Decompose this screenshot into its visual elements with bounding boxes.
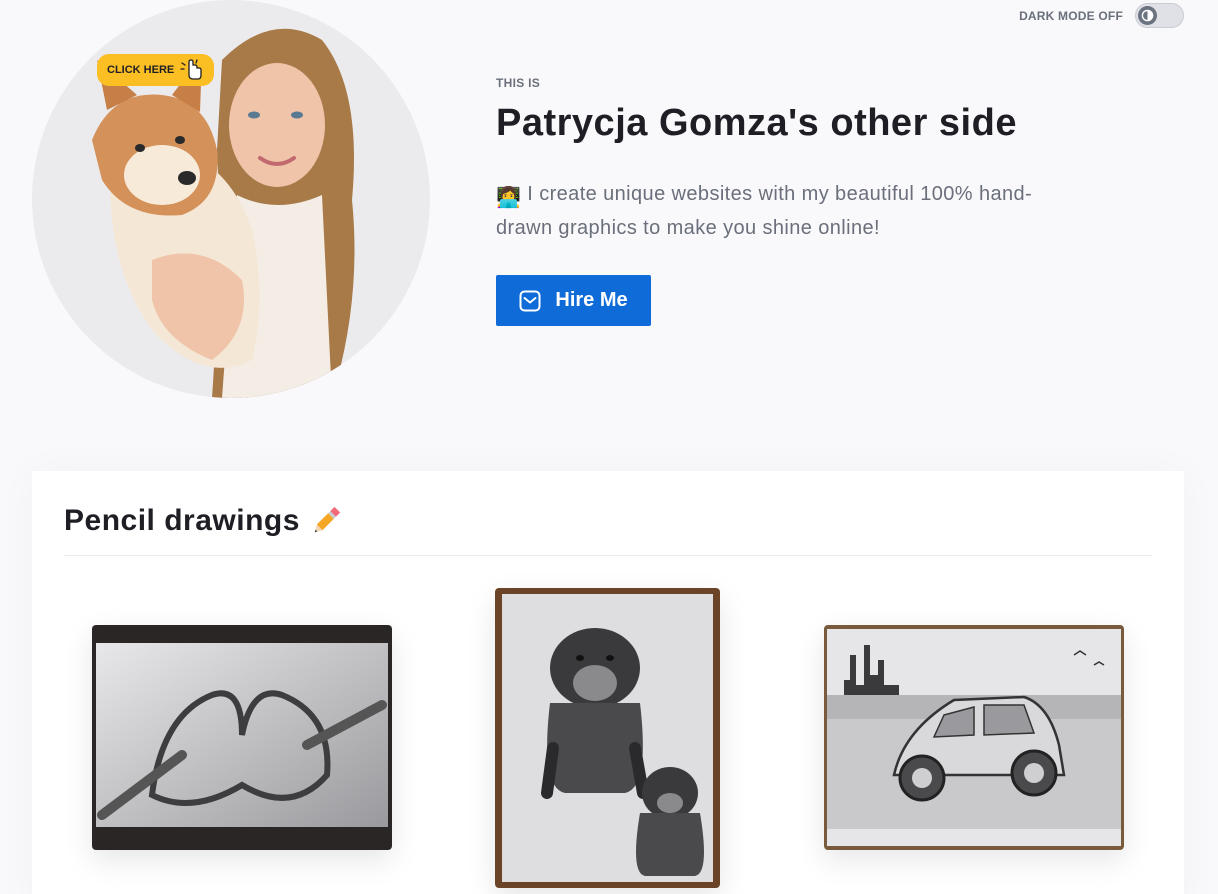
hero-description-text: I create unique websites with my beautif… [496,183,1033,239]
divider [64,555,1152,556]
profile-photo [32,0,430,398]
drawing-dogs[interactable] [495,588,720,888]
hero-description: 👩‍💻 I create unique websites with my bea… [496,179,1076,243]
eyebrow-text: THIS IS [496,76,541,90]
drawing-car[interactable] [824,625,1124,850]
dark-mode-toggle[interactable] [1135,3,1184,28]
hire-me-label: Hire Me [555,289,628,311]
dark-mode-label: DARK MODE OFF [1019,8,1123,23]
hero-section: THIS IS Patrycja Gomza's other side 👩‍💻 … [496,76,1136,326]
envelope-icon [519,290,541,311]
click-here-badge[interactable]: CLICK HERE [97,54,215,86]
click-here-label: CLICK HERE [107,64,175,76]
hire-me-button[interactable]: Hire Me [496,275,651,326]
contrast-icon [1138,6,1157,25]
section-title: Pencil drawings [64,503,344,539]
pencil-icon [314,506,341,533]
section-title-text: Pencil drawings [64,504,300,537]
dark-mode-switch[interactable]: DARK MODE OFF [1019,3,1184,28]
pointer-hand-icon [180,59,202,80]
pencil-drawings-section: Pencil drawings [32,471,1184,894]
drawing-hands-heart[interactable] [92,625,392,850]
page-title: Patrycja Gomza's other side [496,102,1017,144]
woman-technologist-emoji: 👩‍💻 [496,187,522,209]
